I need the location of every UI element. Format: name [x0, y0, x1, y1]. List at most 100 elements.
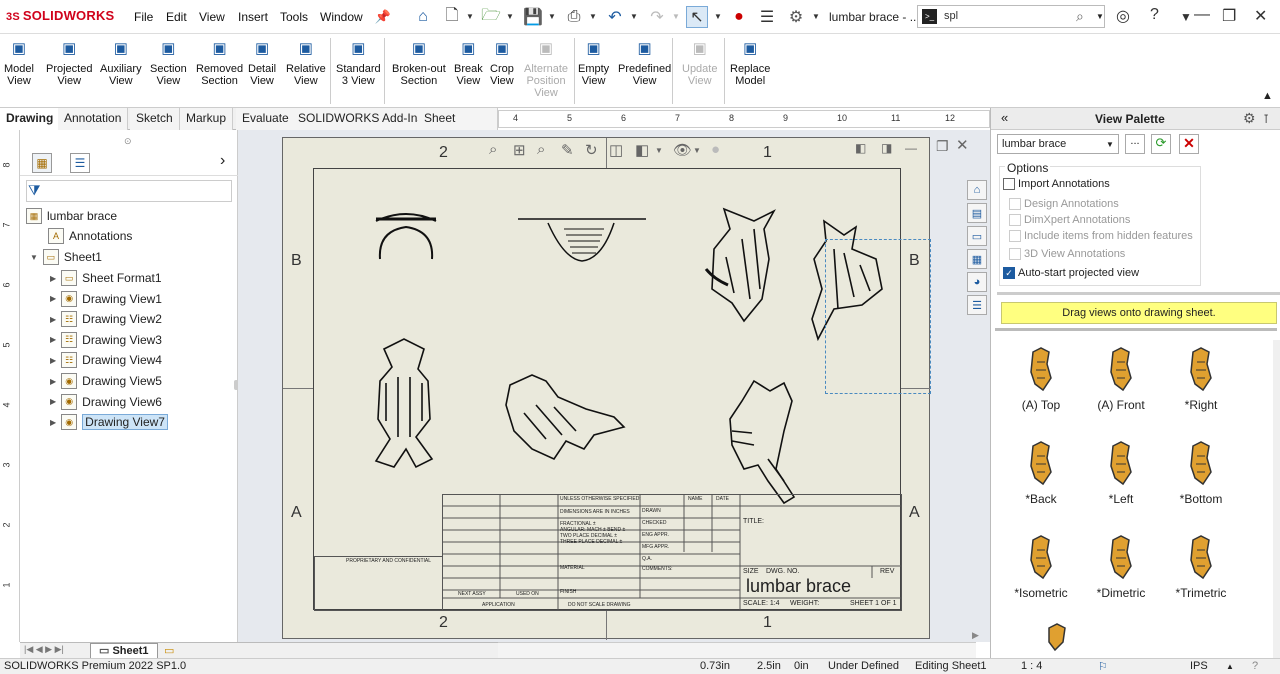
expand-right-icon[interactable]: ▶ — [50, 274, 56, 283]
search-commands-box[interactable]: >_ spl ⌕ ▼ — [917, 5, 1105, 28]
design-library-icon[interactable]: ▤ — [967, 203, 987, 223]
removed-section-button[interactable]: ▣ Removed Section — [196, 38, 243, 87]
chevron-down-icon[interactable]: ▼ — [714, 12, 722, 21]
chevron-down-icon[interactable]: ▼ — [466, 12, 474, 21]
menu-edit[interactable]: Edit — [166, 10, 187, 24]
search-input[interactable]: spl — [944, 10, 958, 22]
chevron-down-icon[interactable]: ▼ — [506, 12, 514, 21]
restore-icon[interactable]: ❐ — [1222, 6, 1236, 26]
zoom-selection-icon[interactable]: ⌕ — [537, 141, 545, 158]
projected-view-button[interactable]: ▣ Projected View — [46, 38, 92, 87]
tab-solidworks-add-ins[interactable]: SOLIDWORKS Add-Ins — [292, 108, 431, 130]
collapse-ribbon-icon[interactable]: ▲ — [1262, 90, 1273, 102]
open-icon[interactable]: 🗁 — [480, 6, 502, 28]
chevron-down-icon[interactable]: ▼ — [812, 12, 820, 21]
expand-right-icon[interactable]: ▶ — [50, 377, 56, 386]
next-view-icon[interactable]: ◨ — [881, 141, 892, 155]
panel-grip-icon[interactable]: ⊙ — [124, 136, 132, 147]
unit-system[interactable]: IPS — [1190, 660, 1208, 672]
palette-view-a-front[interactable]: (A) Front — [1081, 340, 1161, 412]
propertymanager-tab-icon[interactable]: ☰ — [70, 153, 90, 173]
tab-sketch[interactable]: Sketch — [130, 108, 180, 130]
custom-properties-icon[interactable]: ☰ — [967, 295, 987, 315]
tree-item-drawing-view4[interactable]: ▶ ☷ Drawing View4 — [50, 352, 162, 369]
rebuild-icon[interactable]: ⚐ — [1098, 660, 1108, 673]
tree-item-sheet1[interactable]: ▼ ▭ Sheet1 — [30, 249, 102, 265]
help-chevron-down-icon[interactable]: ▼ — [1180, 10, 1192, 24]
model-select-dropdown[interactable]: lumbar brace ▼ — [997, 134, 1119, 154]
tab-evaluate[interactable]: Evaluate — [236, 108, 296, 130]
chevron-down-icon[interactable]: ▼ — [630, 12, 638, 21]
expand-right-icon[interactable]: ▶ — [50, 335, 56, 344]
palette-view-trimetric[interactable]: *Trimetric — [1161, 528, 1241, 600]
palette-view-back[interactable]: *Back — [1001, 434, 1081, 506]
sketch-pencil-icon[interactable]: ✎ — [561, 141, 574, 159]
tree-root-lumbar-brace[interactable]: ▦ lumbar brace — [26, 208, 117, 224]
model-view-button[interactable]: ▣ Model View — [4, 38, 34, 87]
hide-show-items-icon[interactable]: 👁 — [673, 141, 692, 159]
detail-view-button[interactable]: ▣ Detail View — [248, 38, 276, 87]
tree-item-annotations[interactable]: A Annotations — [48, 228, 132, 244]
file-explorer-icon[interactable]: ▭ — [967, 226, 987, 246]
appearances-icon[interactable]: ◕ — [967, 272, 987, 292]
pane-settings-gear-icon[interactable]: ⚙ — [1243, 110, 1256, 127]
chevron-down-icon[interactable]: ▼ — [655, 146, 663, 155]
palette-view-isometric[interactable]: *Isometric — [1001, 528, 1081, 600]
new-document-icon[interactable]: 🗋 — [441, 6, 463, 28]
close-doc-icon[interactable]: ✕ — [956, 136, 969, 154]
chevron-up-icon[interactable]: ▲ — [1226, 662, 1234, 671]
user-account-icon[interactable]: ◎ — [1116, 6, 1130, 26]
tree-item-sheet-format1[interactable]: ▶ ▭ Sheet Format1 — [50, 270, 162, 286]
help-status-icon[interactable]: ? — [1252, 660, 1258, 672]
minimize-icon[interactable]: — — [1194, 6, 1210, 24]
scroll-right-icon[interactable]: ▶ — [972, 630, 979, 641]
chevron-right-icon[interactable]: › — [220, 152, 225, 170]
tree-item-drawing-view1[interactable]: ▶ ◉ Drawing View1 — [50, 290, 162, 307]
relative-view-button[interactable]: ▣ Relative View — [286, 38, 326, 87]
clear-all-icon[interactable]: ✕ — [1179, 134, 1199, 154]
break-view-button[interactable]: ▣ Break View — [454, 38, 483, 87]
auto-start-projected-checkbox[interactable]: ✓ Auto-start projected view — [1003, 267, 1139, 279]
save-icon[interactable]: 💾 — [522, 6, 544, 28]
broken-out-section-button[interactable]: ▣ Broken-out Section — [392, 38, 446, 87]
pin-icon[interactable]: 📌 — [372, 6, 394, 28]
first-sheet-icon[interactable]: |◀ ◀ ▶ ▶| — [24, 644, 64, 655]
pane-splitter[interactable] — [995, 328, 1277, 331]
palette-view-a-top[interactable]: (A) Top — [1001, 340, 1081, 412]
chevron-down-icon[interactable]: ▼ — [1096, 12, 1104, 21]
tree-item-drawing-view7[interactable]: ▶ ◉ Drawing View7 — [50, 414, 168, 431]
undo-icon[interactable]: ↶ — [604, 6, 626, 28]
section-view-button[interactable]: ▣ Section View — [150, 38, 187, 87]
view-palette-tab-icon[interactable]: ▦ — [967, 249, 987, 269]
drawing-sheet[interactable]: 2 1 2 1 B A B A ⌕ ⊞ ⌕ ✎ ↻ ◫ ◧ ▼ 👁 ▼ ● ◧ … — [282, 137, 931, 640]
view-orientation-icon[interactable]: ◧ — [635, 141, 649, 159]
tree-filter-input[interactable] — [26, 180, 232, 202]
empty-view-button[interactable]: ▣ Empty View — [578, 38, 609, 87]
expand-right-icon[interactable]: ▶ — [50, 397, 56, 406]
tab-sheet-format[interactable]: Sheet Format — [418, 108, 498, 146]
expand-right-icon[interactable]: ▶ — [50, 315, 56, 324]
chevron-down-icon[interactable]: ▼ — [589, 12, 597, 21]
palette-scrollbar[interactable] — [1273, 340, 1280, 658]
options-gear-icon[interactable]: ⚙ — [785, 6, 807, 28]
solidworks-resources-icon[interactable]: ⌂ — [967, 180, 987, 200]
expand-right-icon[interactable]: ▶ — [50, 418, 56, 427]
file-properties-icon[interactable]: ☰ — [756, 6, 778, 28]
select-icon[interactable]: ↖ — [686, 6, 708, 28]
rotate-view-icon[interactable]: ↻ — [585, 141, 598, 159]
zoom-to-area-icon[interactable]: ⊞ — [513, 141, 526, 159]
chevron-down-icon[interactable]: ▼ — [1106, 140, 1114, 149]
predefined-view-button[interactable]: ▣ Predefined View — [618, 38, 671, 87]
menu-view[interactable]: View — [199, 10, 225, 24]
tree-item-drawing-view3[interactable]: ▶ ☷ Drawing View3 — [50, 331, 162, 348]
chevron-down-icon[interactable]: ▼ — [693, 146, 701, 155]
palette-view-dimetric[interactable]: *Dimetric — [1081, 528, 1161, 600]
sheet1-tab[interactable]: ▭ Sheet1 — [90, 643, 158, 659]
zoom-to-fit-icon[interactable]: ⌕ — [489, 141, 497, 158]
palette-view-right[interactable]: *Right — [1161, 340, 1241, 412]
window-minimize-icon[interactable]: — — [905, 141, 917, 155]
pane-splitter[interactable] — [997, 292, 1280, 295]
tree-item-drawing-view6[interactable]: ▶ ◉ Drawing View6 — [50, 393, 162, 410]
refresh-icon[interactable]: ⟳ — [1151, 134, 1171, 154]
menu-window[interactable]: Window — [320, 10, 363, 24]
